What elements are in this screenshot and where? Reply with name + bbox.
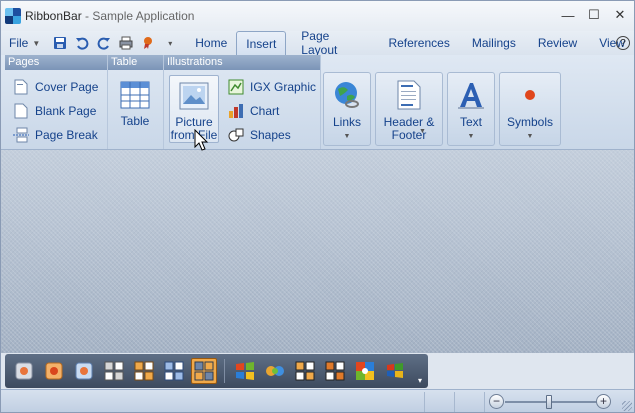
shapes-button[interactable]: Shapes: [228, 125, 291, 145]
tab-mailings[interactable]: Mailings: [463, 31, 525, 55]
text-icon: [455, 79, 487, 111]
group-divider: [320, 55, 321, 149]
igx-graphic-icon: [228, 79, 244, 95]
application-window: RibbonBar - Sample Application — ☐ ✕ Fil…: [0, 0, 635, 413]
save-icon[interactable]: [52, 35, 68, 51]
header-footer-icon: [393, 79, 425, 111]
cover-page-label: Cover Page: [35, 80, 99, 94]
undo-icon[interactable]: [74, 35, 90, 51]
header-footer-button[interactable]: Header & Footer ▼: [375, 72, 443, 146]
ribbon-tab-row: File ▼ ▾ Home Insert Page Layout Referen…: [1, 29, 634, 57]
tab-review[interactable]: Review: [529, 31, 586, 55]
blank-page-icon: [13, 103, 29, 119]
text-button[interactable]: Text ▼: [447, 72, 495, 146]
windows-classic-style-icon[interactable]: [382, 358, 408, 384]
redo-icon[interactable]: [96, 35, 112, 51]
shapes-label: Shapes: [250, 128, 291, 142]
status-bar: − +: [1, 389, 634, 412]
chart-label: Chart: [250, 104, 280, 118]
zoom-thumb[interactable]: [546, 395, 552, 409]
window-title: RibbonBar - Sample Application: [25, 9, 194, 23]
office2007-silver-style-icon[interactable]: [11, 358, 37, 384]
close-button[interactable]: ✕: [612, 7, 628, 23]
award-ribbon-icon[interactable]: [140, 35, 156, 51]
tab-references[interactable]: References: [379, 31, 458, 55]
page-break-label: Page Break: [35, 128, 98, 142]
title-separator: -: [81, 9, 93, 23]
ribbon-tabs: Home Insert Page Layout References Maili…: [186, 29, 634, 57]
help-icon[interactable]: ?: [616, 36, 630, 50]
group-caption-pages: Pages: [5, 55, 107, 70]
chevron-down-icon: ▼: [467, 133, 475, 140]
igx-graphic-label: IGX Graphic: [250, 80, 317, 94]
tab-home[interactable]: Home: [186, 31, 236, 55]
cover-page-icon: [13, 79, 29, 95]
title-document-name: Sample Application: [92, 9, 195, 23]
office2003-orange-style-icon[interactable]: [131, 358, 157, 384]
quick-access-toolbar: ▾: [52, 35, 178, 51]
symbols-label: Symbols: [506, 115, 553, 129]
maximize-button[interactable]: ☐: [586, 7, 602, 23]
document-area[interactable]: [1, 150, 634, 353]
blank-page-label: Blank Page: [35, 104, 97, 118]
windows-xp-style-icon[interactable]: [232, 358, 258, 384]
chevron-down-icon: ▼: [343, 133, 351, 140]
igx-graphic-button[interactable]: IGX Graphic: [228, 77, 316, 97]
app-icon[interactable]: [5, 8, 21, 24]
office2003-silver-style-icon[interactable]: [101, 358, 127, 384]
zoom-slider[interactable]: − +: [489, 393, 613, 411]
cover-page-button[interactable]: Cover Page: [13, 77, 98, 97]
tab-page-layout[interactable]: Page Layout: [292, 29, 375, 57]
office2007-orange-style-icon[interactable]: [41, 358, 67, 384]
symbol-icon: [514, 79, 546, 111]
style-switcher-toolbar: ▾: [5, 354, 428, 388]
chart-icon: [228, 103, 244, 119]
office2003-active-style-icon[interactable]: [191, 358, 217, 384]
table-label: Table: [120, 114, 150, 128]
chevron-down-icon: ▼: [32, 38, 41, 48]
globe-link-icon: [331, 79, 363, 111]
office2007-blue-style-icon[interactable]: [71, 358, 97, 384]
group-caption-illustrations: Illustrations: [164, 55, 320, 70]
shapes-icon: [228, 127, 244, 143]
mouse-cursor-icon: [194, 129, 209, 151]
file-menu-label: File: [9, 36, 29, 50]
chevron-down-icon: ▼: [419, 128, 426, 135]
print-icon[interactable]: [118, 35, 134, 51]
page-break-icon: [13, 127, 29, 143]
picture-icon: [178, 80, 210, 112]
status-panel: [454, 392, 484, 412]
text-label: Text: [459, 115, 482, 129]
tab-insert[interactable]: Insert: [236, 31, 287, 55]
page-break-button[interactable]: Page Break: [13, 125, 98, 145]
puzzle-style-icon[interactable]: [352, 358, 378, 384]
chevron-down-icon: ▼: [526, 133, 534, 140]
minimize-button[interactable]: —: [560, 7, 576, 23]
group-caption-table: Table: [108, 55, 163, 70]
window-controls: — ☐ ✕: [560, 7, 628, 23]
symbols-button[interactable]: Symbols ▼: [499, 72, 561, 146]
vista-style-icon[interactable]: [262, 358, 288, 384]
office2003-blue-style-icon[interactable]: [161, 358, 187, 384]
title-bar: RibbonBar - Sample Application — ☐ ✕: [1, 1, 634, 31]
blank-page-button[interactable]: Blank Page: [13, 101, 96, 121]
zoom-in-button[interactable]: +: [596, 394, 611, 409]
toolbar-overflow-icon[interactable]: ▾: [418, 376, 426, 386]
chart-button[interactable]: Chart: [228, 101, 279, 121]
qat-customize-icon[interactable]: ▾: [162, 35, 178, 51]
status-panel: [484, 392, 485, 412]
visual-studio-style-icon[interactable]: [292, 358, 318, 384]
zoom-out-button[interactable]: −: [489, 394, 504, 409]
office-xp-style-icon[interactable]: [322, 358, 348, 384]
resize-grip-icon[interactable]: [622, 401, 632, 411]
toolbar-separator: [224, 359, 225, 383]
title-app-name: RibbonBar: [25, 9, 82, 23]
file-menu-button[interactable]: File ▼: [1, 32, 44, 54]
links-button[interactable]: Links ▼: [323, 72, 371, 146]
table-button[interactable]: Table: [113, 79, 157, 128]
table-icon: [119, 79, 151, 111]
ribbon-panel: Pages Cover Page Blank Page Page Break T…: [1, 55, 634, 150]
status-panel: [424, 392, 454, 412]
links-label: Links: [332, 115, 361, 129]
